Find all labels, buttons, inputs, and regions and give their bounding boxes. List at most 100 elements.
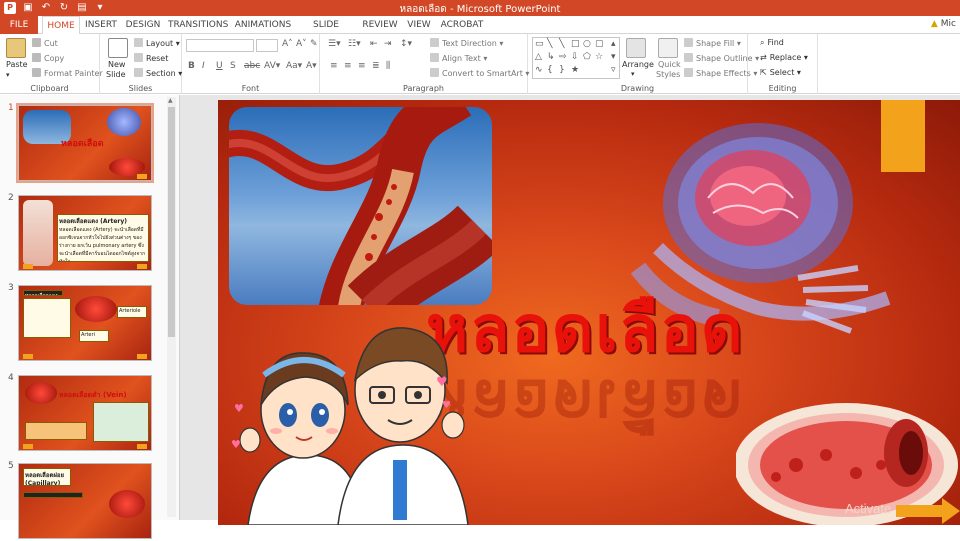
textbox-shape-icon[interactable]: ▭ [535, 39, 544, 49]
brace-right-shape-icon[interactable]: } [559, 65, 565, 75]
line-shape-icon-2[interactable]: ╲ [559, 39, 564, 49]
slide-thumbnail-image[interactable]: หลอดเลือดแดง (Artery) หลอดเลือดแดง (Arter… [18, 195, 152, 271]
paste-dropdown-icon[interactable]: ▾ [6, 71, 10, 79]
star5-shape-icon[interactable]: ★ [571, 65, 579, 75]
arrange-icon[interactable] [626, 38, 646, 58]
star-shape-icon[interactable]: ☆ [595, 52, 603, 62]
rounded-rect-shape-icon[interactable]: ▢ [595, 39, 604, 49]
next-slide-arrow-icon[interactable] [896, 498, 960, 524]
shrink-font-icon[interactable]: A˅ [296, 39, 307, 49]
paste-icon[interactable] [6, 38, 26, 58]
quick-styles-button[interactable]: Quick [658, 60, 681, 69]
right-arrow-shape-icon[interactable]: ⇨ [559, 52, 567, 62]
cut-button[interactable]: Cut [32, 38, 58, 48]
bullets-icon[interactable]: ☰▾ [328, 39, 341, 49]
arrange-dropdown-icon[interactable]: ▾ [631, 70, 635, 78]
gallery-up-icon[interactable]: ▴ [611, 39, 616, 49]
align-center-icon[interactable]: ≡ [344, 61, 352, 71]
slide-thumbnail-5[interactable]: 5 หลอดเลือดฝอย (Capillary) [6, 461, 156, 541]
new-slide-button-line2[interactable]: Slide [106, 70, 126, 79]
gallery-down-icon[interactable]: ▾ [611, 52, 616, 62]
new-slide-button[interactable]: New [108, 60, 125, 69]
justify-icon[interactable]: ≣ [372, 61, 380, 71]
scroll-up-icon[interactable]: ▲ [168, 97, 173, 104]
line-shape-icon[interactable]: ╲ [547, 39, 552, 49]
slide-thumbnail-image[interactable]: หลอดเลือดฝอย (Capillary) [18, 463, 152, 539]
bent-arrow-shape-icon[interactable]: ↳ [547, 52, 555, 62]
artery-photo[interactable] [229, 107, 492, 305]
strikethrough-icon[interactable]: abc [244, 61, 260, 71]
tab-home[interactable]: HOME [42, 16, 80, 35]
paste-button[interactable]: Paste [6, 60, 28, 69]
tab-animations[interactable]: ANIMATIONS [234, 16, 292, 34]
text-direction-button[interactable]: Text Direction ▾ [430, 38, 503, 48]
shapes-gallery[interactable]: ▭ ╲ ╲ □ ○ ▢ △ ↳ ⇨ ⇩ ⬠ ☆ ∿ { } ★ ▴ ▾ ▿ [532, 37, 620, 79]
italic-icon[interactable]: I [202, 61, 205, 71]
slide-thumbnail-3[interactable]: 3 หลอดเลือดแดงเล็ก Arteriole Arteri [6, 283, 156, 363]
select-button[interactable]: ⇱ Select ▾ [760, 68, 801, 77]
columns-icon[interactable]: ⫼ [386, 61, 390, 71]
font-family-combo[interactable] [186, 39, 254, 52]
shape-fill-button[interactable]: Shape Fill ▾ [684, 38, 741, 48]
scrollbar-thumb[interactable] [168, 107, 175, 337]
section-button[interactable]: Section ▾ [134, 68, 182, 78]
font-size-combo[interactable] [256, 39, 278, 52]
rectangle-shape-icon[interactable]: □ [571, 39, 580, 49]
replace-button[interactable]: ⇄ Replace ▾ [760, 53, 808, 62]
curve-shape-icon[interactable]: ∿ [535, 65, 543, 75]
text-shadow-icon[interactable]: S [230, 61, 236, 71]
align-left-icon[interactable]: ≡ [330, 61, 338, 71]
tab-transitions[interactable]: TRANSITIONS [168, 16, 228, 34]
find-button[interactable]: ⌕ Find [760, 38, 784, 48]
line-spacing-icon[interactable]: ↕▾ [400, 39, 412, 49]
slide-thumbnail-image[interactable]: หลอดเลือดดำ (Vein) [18, 375, 152, 451]
brace-shape-icon[interactable]: { [547, 65, 553, 75]
convert-smartart-button[interactable]: Convert to SmartArt ▾ [430, 68, 529, 78]
shape-effects-button[interactable]: Shape Effects ▾ [684, 68, 757, 78]
slide-thumbnail-pane[interactable]: 1 หลอดเลือด 2 หลอดเลือดแดง (Artery) หลอดเ… [0, 95, 180, 539]
numbering-icon[interactable]: ☷▾ [348, 39, 361, 49]
cartoon-doctors-image[interactable] [228, 325, 478, 525]
account-area[interactable]: ▲ Mic [931, 19, 956, 29]
new-slide-icon[interactable] [108, 38, 128, 58]
slide-canvas[interactable]: หลอดเลือด หลอดเลือด ♥ ♥ ♥ ♥ Activate [218, 100, 960, 525]
layout-button[interactable]: Layout ▾ [134, 38, 180, 48]
underline-icon[interactable]: U [216, 61, 223, 71]
thumb-text-box [23, 298, 71, 338]
tab-view[interactable]: VIEW [404, 16, 434, 34]
character-spacing-icon[interactable]: AV▾ [264, 61, 280, 71]
clear-formatting-icon[interactable]: ✎ [310, 39, 318, 49]
slide-thumbnail-2[interactable]: 2 หลอดเลือดแดง (Artery) หลอดเลือดแดง (Art… [6, 193, 156, 273]
down-arrow-shape-icon[interactable]: ⇩ [571, 52, 579, 62]
align-right-icon[interactable]: ≡ [358, 61, 366, 71]
tab-insert[interactable]: INSERT [84, 16, 118, 34]
increase-indent-icon[interactable]: ⇥ [384, 39, 392, 49]
quick-styles-button-line2[interactable]: Styles [656, 70, 680, 79]
tab-acrobat[interactable]: ACROBAT [440, 16, 484, 34]
oval-shape-icon[interactable]: ○ [583, 39, 591, 49]
font-color-icon[interactable]: A▾ [306, 61, 317, 71]
quick-styles-icon[interactable] [658, 38, 678, 58]
bold-icon[interactable]: B [188, 61, 195, 71]
slide-thumbnail-image[interactable]: หลอดเลือดแดงเล็ก Arteriole Arteri [18, 285, 152, 361]
slide-thumbnail-4[interactable]: 4 หลอดเลือดดำ (Vein) [6, 373, 156, 453]
slide-thumbnail-image[interactable]: หลอดเลือด [16, 103, 154, 183]
thumb-body-diagram [23, 200, 53, 266]
arrange-button[interactable]: Arrange [622, 60, 654, 69]
reset-button[interactable]: Reset [134, 53, 168, 63]
align-text-button[interactable]: Align Text ▾ [430, 53, 487, 63]
pentagon-shape-icon[interactable]: ⬠ [583, 52, 591, 62]
tab-design[interactable]: DESIGN [124, 16, 162, 34]
format-painter-button[interactable]: Format Painter [32, 68, 103, 78]
tab-slide-show[interactable]: SLIDE SHOW [298, 16, 354, 48]
copy-button[interactable]: Copy [32, 53, 64, 63]
tab-file[interactable]: FILE [0, 16, 38, 34]
triangle-shape-icon[interactable]: △ [535, 52, 542, 62]
slide-thumbnail-1[interactable]: 1 หลอดเลือด [6, 103, 156, 183]
change-case-icon[interactable]: Aa▾ [286, 61, 302, 71]
decrease-indent-icon[interactable]: ⇤ [370, 39, 378, 49]
grow-font-icon[interactable]: A˄ [282, 39, 293, 49]
gallery-more-icon[interactable]: ▿ [611, 65, 616, 75]
tab-review[interactable]: REVIEW [360, 16, 400, 34]
thumbnail-scrollbar[interactable]: ▲ [167, 97, 176, 517]
